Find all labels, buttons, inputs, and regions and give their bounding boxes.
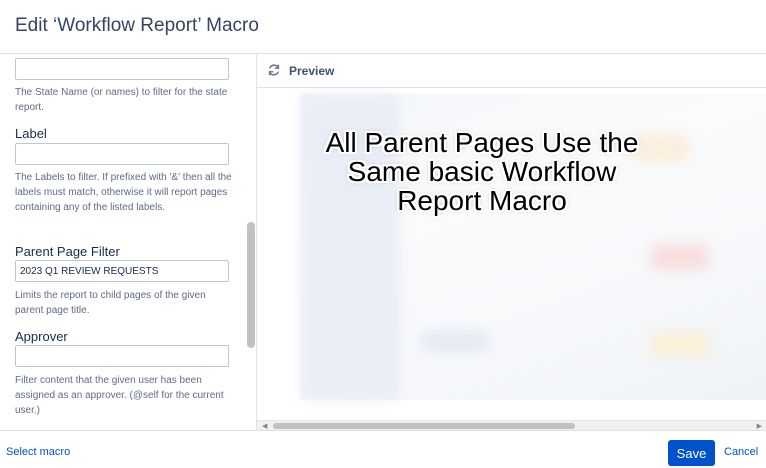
parent-page-filter-help: Limits the report to child pages of the … [15, 290, 206, 316]
save-button[interactable]: Save [668, 440, 715, 466]
label-field-label: Label [15, 126, 47, 141]
preview-label: Preview [289, 64, 335, 78]
parent-page-filter-input[interactable]: 2023 Q1 REVIEW REQUESTS [15, 260, 229, 282]
state-name-help: The State Name (or names) to filter for … [15, 87, 228, 113]
select-macro-link[interactable]: Select macro [6, 446, 70, 458]
approver-input[interactable] [15, 345, 229, 367]
parent-page-filter-label: Parent Page Filter [15, 244, 120, 259]
label-input[interactable] [15, 143, 229, 165]
overlay-caption: All Parent Pages Use the Same basic Work… [325, 127, 639, 216]
scroll-left-arrow-icon[interactable]: ◀ [262, 422, 267, 430]
dialog-header: Edit ‘Workflow Report’ Macro [0, 0, 766, 54]
scroll-right-arrow-icon[interactable]: ▶ [757, 422, 762, 430]
state-name-input[interactable] [15, 58, 229, 80]
dialog-footer: Select macro Save Cancel [0, 430, 766, 468]
dialog-title: Edit ‘Workflow Report’ Macro [15, 15, 259, 36]
preview-scrollbar-thumb[interactable] [273, 423, 575, 429]
macro-parameters-pane[interactable]: The State Name (or names) to filter for … [0, 54, 257, 430]
preview-horizontal-scrollbar[interactable]: ◀ ▶ [257, 420, 766, 430]
approver-label: Approver [15, 329, 68, 344]
approver-help: Filter content that the given user has b… [15, 375, 224, 416]
preview-header: Preview [257, 54, 766, 88]
cancel-link[interactable]: Cancel [724, 446, 758, 458]
parameters-scrollbar-thumb[interactable] [247, 222, 255, 348]
preview-area: All Parent Pages Use the Same basic Work… [257, 88, 766, 420]
label-help: The Labels to filter. If prefixed with '… [15, 172, 232, 213]
refresh-icon[interactable] [267, 63, 281, 77]
